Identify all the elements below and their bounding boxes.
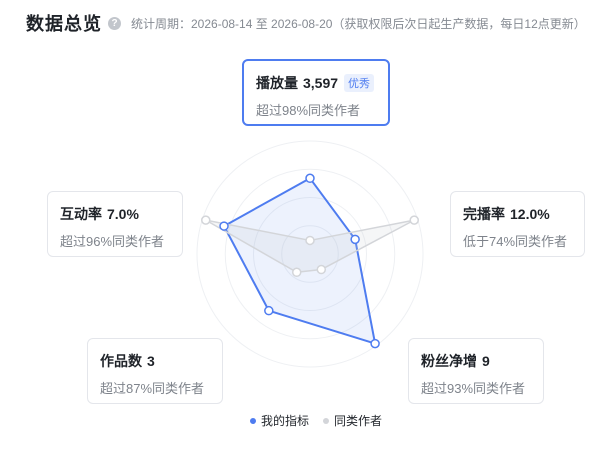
data-point-peer	[291, 267, 302, 278]
metric-desc: 超过98%同类作者	[256, 103, 361, 118]
metric-value: 3	[147, 353, 155, 369]
data-point-peer	[201, 215, 211, 225]
excellent-badge: 优秀	[344, 74, 375, 92]
metric-card-play[interactable]: 播放量 3,597 优秀 超过98%同类作者	[242, 59, 390, 126]
data-point-peer	[305, 235, 315, 246]
metric-label: 作品数	[100, 353, 142, 369]
legend-item-mine[interactable]: 我的指标	[250, 412, 309, 429]
data-point-mine	[370, 338, 380, 349]
metric-card-works[interactable]: 作品数 3 超过87%同类作者	[87, 338, 223, 404]
data-point-mine	[350, 234, 360, 245]
metric-value: 3,597	[303, 75, 339, 91]
metric-card-fans[interactable]: 粉丝净增 9 超过93%同类作者	[408, 338, 544, 404]
metric-value: 7.0%	[107, 206, 139, 222]
data-point-peer	[409, 215, 419, 225]
metric-label: 播放量	[256, 75, 298, 91]
metric-value: 12.0%	[510, 206, 550, 222]
metric-desc: 超过96%同类作者	[60, 234, 165, 249]
metric-card-complete[interactable]: 完播率 12.0% 低于74%同类作者	[450, 191, 585, 257]
data-point-mine	[264, 305, 274, 316]
metric-label: 完播率	[463, 206, 505, 222]
legend-dot-peer	[323, 417, 330, 424]
metric-value: 9	[482, 353, 490, 369]
metric-desc: 低于74%同类作者	[463, 234, 568, 249]
legend-label-peer: 同类作者	[334, 414, 383, 428]
metric-desc: 超过93%同类作者	[421, 381, 526, 396]
legend-label-mine: 我的指标	[261, 414, 310, 428]
data-point-mine	[305, 173, 315, 184]
chart-legend: 我的指标 同类作者	[250, 412, 396, 429]
data-point-mine	[219, 221, 229, 231]
metric-label: 粉丝净增	[421, 353, 477, 369]
legend-dot-mine	[250, 417, 256, 424]
legend-item-peer[interactable]: 同类作者	[323, 412, 382, 429]
metric-label: 互动率	[60, 206, 102, 222]
metric-card-interact[interactable]: 互动率 7.0% 超过96%同类作者	[47, 191, 183, 257]
metric-desc: 超过87%同类作者	[100, 381, 205, 396]
data-point-peer	[316, 264, 327, 275]
